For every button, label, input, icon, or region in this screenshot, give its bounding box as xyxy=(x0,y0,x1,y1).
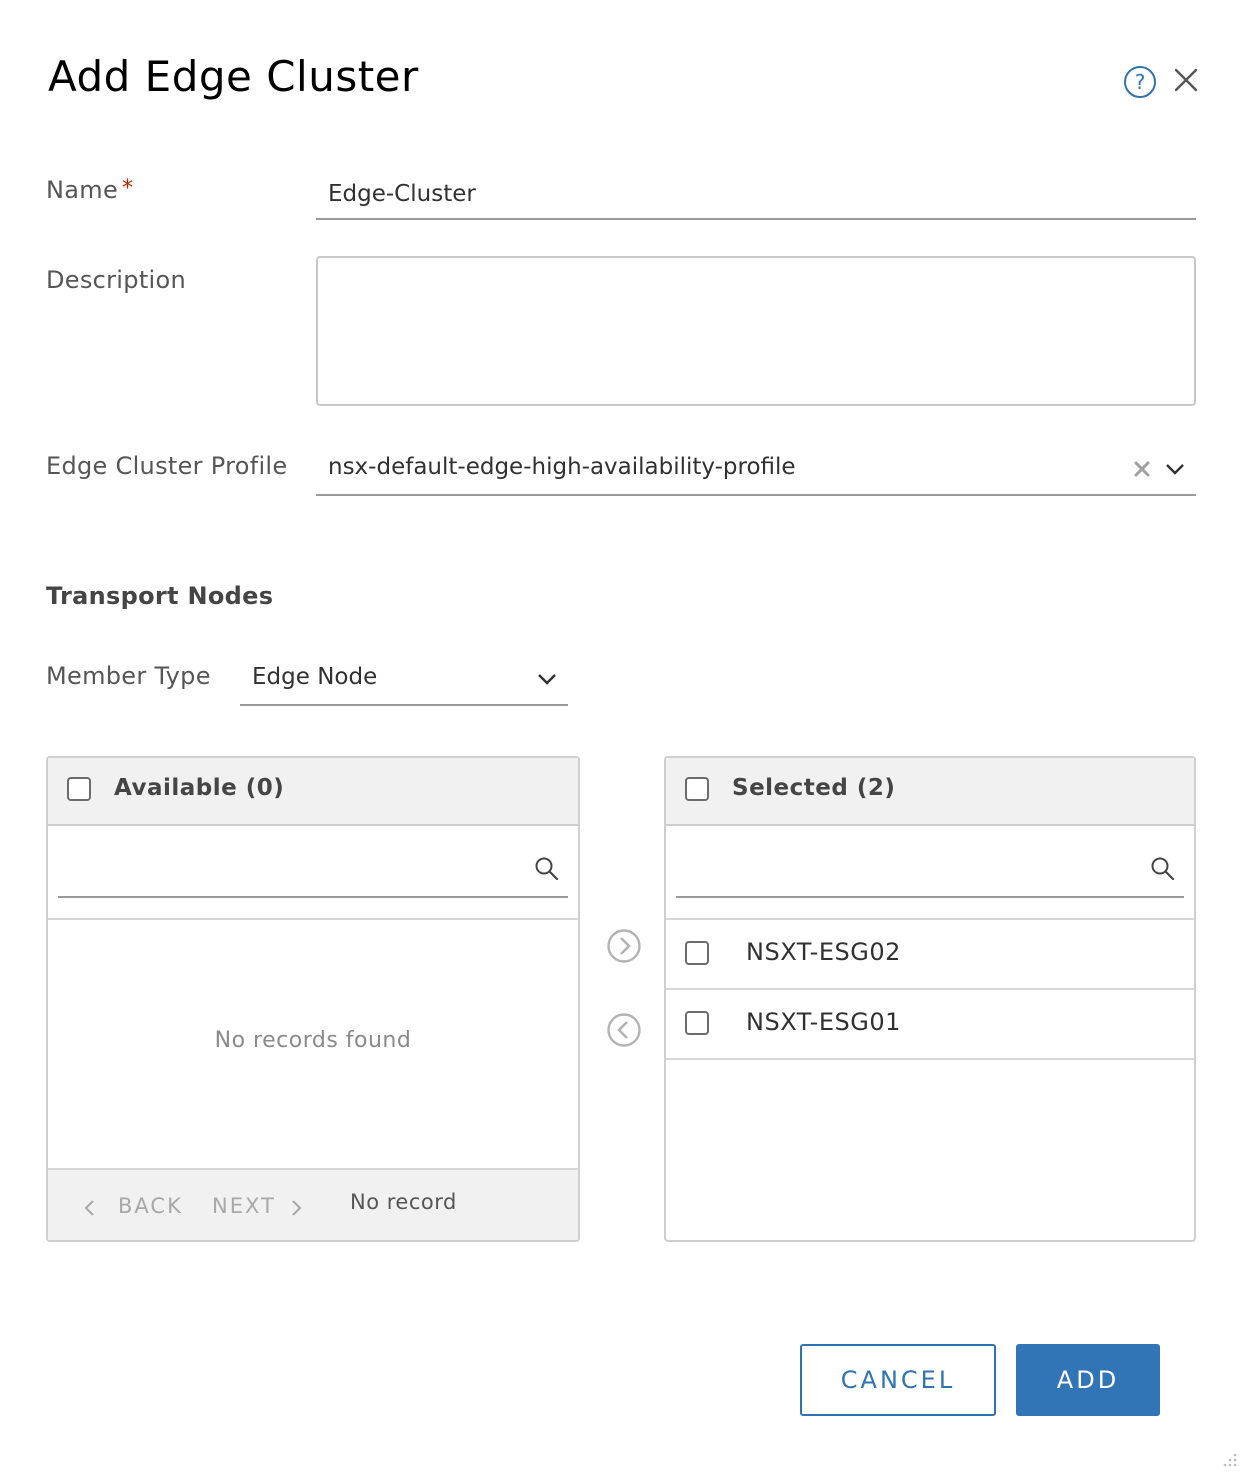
add-button[interactable]: ADD xyxy=(1016,1344,1160,1416)
back-button[interactable]: BACK xyxy=(118,1194,183,1218)
selected-search-underline xyxy=(676,896,1184,898)
chevron-left-icon xyxy=(82,1198,98,1218)
description-textarea[interactable] xyxy=(316,256,1196,406)
svg-text:?: ? xyxy=(1135,70,1146,94)
selected-panel: Selected (2) NSXT-ESG02 NSXT-ESG01 xyxy=(664,756,1196,1242)
list-item-label: NSXT-ESG02 xyxy=(746,938,901,966)
list-item-label: NSXT-ESG01 xyxy=(746,1008,901,1036)
available-panel-header: Available (0) xyxy=(48,758,578,826)
selected-panel-header: Selected (2) xyxy=(666,758,1194,826)
required-marker: * xyxy=(122,176,134,201)
profile-select[interactable]: nsx-default-edge-high-availability-profi… xyxy=(316,444,1196,496)
available-empty-text: No records found xyxy=(214,1028,412,1053)
list-item[interactable]: NSXT-ESG01 xyxy=(666,990,1194,1058)
name-label: Name * xyxy=(46,176,133,204)
available-panel: Available (0) No records found BACK NEXT… xyxy=(46,756,580,1242)
selected-search-input[interactable] xyxy=(676,838,1184,896)
profile-label: Edge Cluster Profile xyxy=(46,452,288,480)
available-select-all-checkbox[interactable] xyxy=(67,777,91,801)
available-pager: BACK NEXT No record xyxy=(48,1168,578,1240)
chevron-right-circle-icon[interactable] xyxy=(606,928,642,964)
list-item-checkbox[interactable] xyxy=(685,1011,709,1035)
clear-icon[interactable] xyxy=(1132,459,1152,479)
chevron-left-circle-icon[interactable] xyxy=(606,1012,642,1048)
available-search-underline xyxy=(58,896,568,898)
available-title: Available (0) xyxy=(114,775,285,801)
next-button[interactable]: NEXT xyxy=(212,1194,276,1218)
available-search-input[interactable] xyxy=(58,838,568,896)
help-icon[interactable]: ? xyxy=(1122,64,1158,100)
resize-grip-icon[interactable] xyxy=(1218,1450,1238,1470)
chevron-down-icon[interactable] xyxy=(536,668,558,690)
selected-select-all-checkbox[interactable] xyxy=(685,777,709,801)
available-record-count: No record xyxy=(350,1190,457,1214)
search-icon[interactable] xyxy=(534,856,560,882)
chevron-down-icon[interactable] xyxy=(1164,458,1186,480)
dialog-title: Add Edge Cluster xyxy=(48,52,419,101)
selected-title: Selected (2) xyxy=(732,775,896,801)
member-type-value: Edge Node xyxy=(252,664,378,690)
list-item-divider xyxy=(666,1058,1194,1060)
list-item-checkbox[interactable] xyxy=(685,941,709,965)
search-icon[interactable] xyxy=(1150,856,1176,882)
available-divider xyxy=(48,918,578,920)
chevron-right-icon xyxy=(288,1198,304,1218)
name-label-text: Name xyxy=(46,176,119,204)
description-label: Description xyxy=(46,266,186,294)
cancel-button[interactable]: CANCEL xyxy=(800,1344,996,1416)
member-type-label: Member Type xyxy=(46,662,211,690)
close-icon[interactable] xyxy=(1170,64,1202,96)
member-type-select[interactable]: Edge Node xyxy=(240,654,568,706)
list-item[interactable]: NSXT-ESG02 xyxy=(666,920,1194,988)
transport-nodes-title: Transport Nodes xyxy=(46,582,274,610)
name-input[interactable] xyxy=(316,170,1196,220)
profile-select-value: nsx-default-edge-high-availability-profi… xyxy=(328,454,796,480)
